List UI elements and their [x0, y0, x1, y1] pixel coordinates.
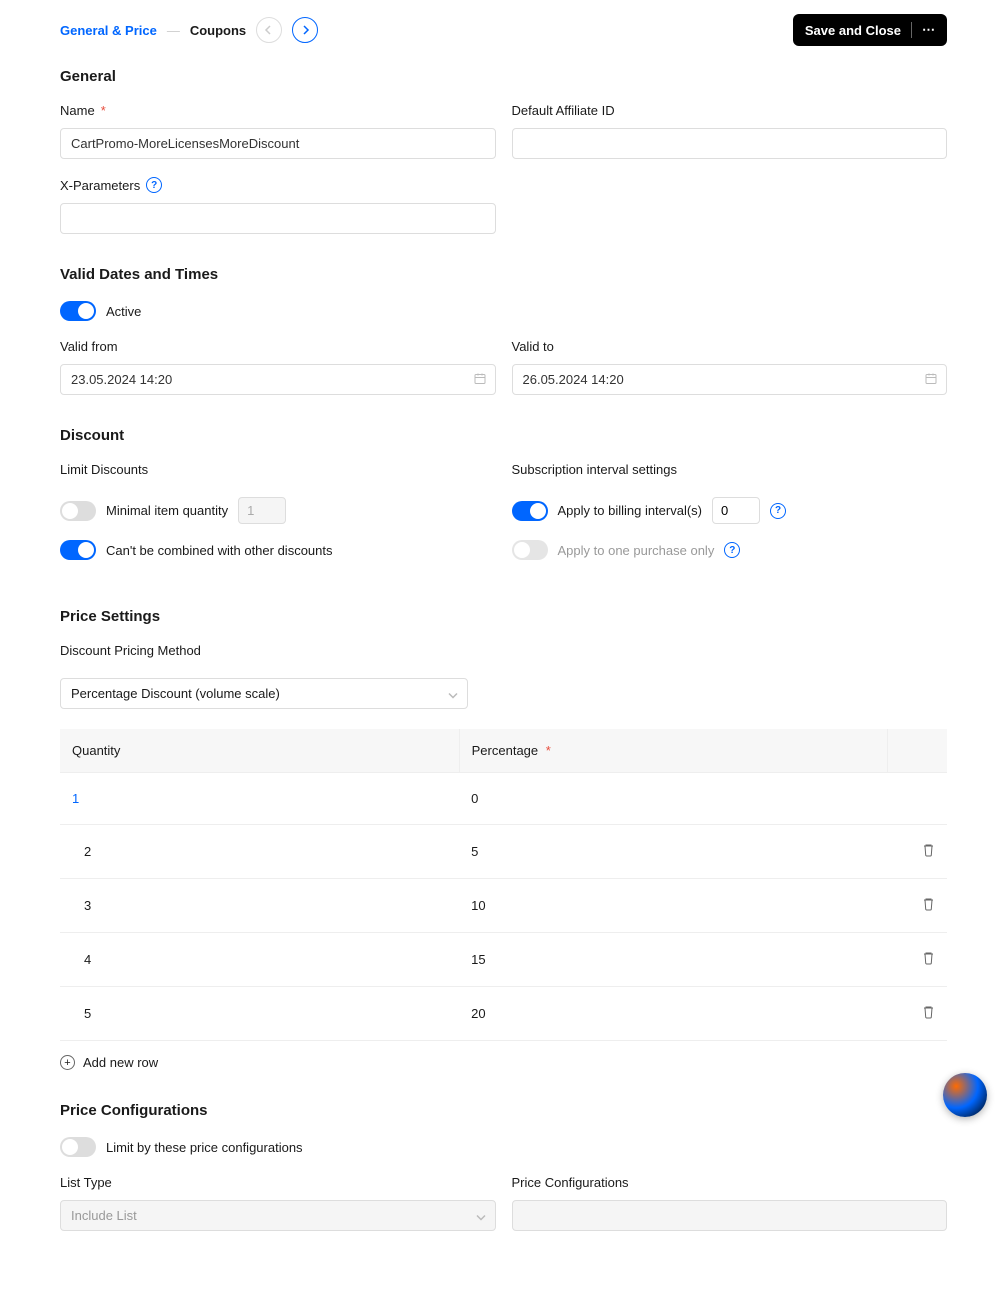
limit-price-conf-toggle[interactable] [60, 1137, 96, 1157]
valid-to-label: Valid to [512, 339, 948, 354]
required-marker: * [546, 743, 551, 758]
add-row-label: Add new row [83, 1055, 158, 1070]
breadcrumb: General & Price — Coupons [60, 17, 318, 43]
volume-scale-table: Quantity Percentage * 1025310415520 [60, 729, 947, 1041]
calendar-icon[interactable] [474, 372, 486, 387]
affiliate-id-input[interactable] [512, 128, 948, 159]
quantity-cell[interactable]: 5 [60, 987, 459, 1041]
xparams-label: X-Parameters ? [60, 177, 496, 193]
more-options-icon[interactable]: ⋯ [922, 22, 935, 38]
percentage-cell[interactable]: 15 [459, 933, 887, 987]
price-conf-select-label: Price Configurations [512, 1175, 948, 1190]
trash-icon[interactable] [922, 1007, 935, 1022]
quantity-header: Quantity [60, 729, 459, 773]
help-icon[interactable]: ? [770, 503, 786, 519]
quantity-cell[interactable]: 4 [60, 933, 459, 987]
table-row[interactable]: 310 [60, 879, 947, 933]
section-price-configs-title: Price Configurations [60, 1102, 947, 1119]
no-combine-label: Can't be combined with other discounts [106, 543, 333, 558]
affiliate-id-label: Default Affiliate ID [512, 103, 948, 118]
section-valid-dates-title: Valid Dates and Times [60, 266, 947, 283]
name-label: Name * [60, 103, 496, 118]
plus-icon: + [60, 1055, 75, 1070]
row-actions-cell [887, 825, 947, 879]
calendar-icon[interactable] [925, 372, 937, 387]
name-input[interactable] [60, 128, 496, 159]
table-row[interactable]: 520 [60, 987, 947, 1041]
trash-icon[interactable] [922, 953, 935, 968]
percentage-cell[interactable]: 10 [459, 879, 887, 933]
row-actions-cell [887, 773, 947, 825]
active-label: Active [106, 304, 141, 319]
breadcrumb-separator: — [167, 23, 180, 38]
prev-step-button[interactable] [256, 17, 282, 43]
quantity-cell[interactable]: 3 [60, 879, 459, 933]
table-row[interactable]: 25 [60, 825, 947, 879]
table-row[interactable]: 415 [60, 933, 947, 987]
percentage-cell[interactable]: 0 [459, 773, 887, 825]
section-price-settings-title: Price Settings [60, 608, 947, 625]
chevron-right-icon [300, 25, 310, 35]
add-row-button[interactable]: + Add new row [60, 1055, 947, 1070]
apply-one-label: Apply to one purchase only [558, 543, 715, 558]
sub-interval-label: Subscription interval settings [512, 462, 948, 477]
help-icon[interactable]: ? [146, 177, 162, 193]
apply-billing-input[interactable] [712, 497, 760, 524]
row-actions-cell [887, 879, 947, 933]
list-type-label: List Type [60, 1175, 496, 1190]
valid-to-input[interactable] [512, 364, 948, 395]
apply-billing-toggle[interactable] [512, 501, 548, 521]
pricing-method-label: Discount Pricing Method [60, 643, 947, 658]
min-item-qty-input [238, 497, 286, 524]
breadcrumb-coupons[interactable]: Coupons [190, 23, 246, 38]
list-type-select: Include List [60, 1200, 496, 1231]
section-discount-title: Discount [60, 427, 947, 444]
quantity-cell[interactable]: 1 [60, 773, 459, 825]
percentage-cell[interactable]: 20 [459, 987, 887, 1041]
section-general-title: General [60, 68, 947, 85]
chevron-left-icon [264, 25, 274, 35]
row-actions-cell [887, 987, 947, 1041]
valid-from-input[interactable] [60, 364, 496, 395]
trash-icon[interactable] [922, 845, 935, 860]
trash-icon[interactable] [922, 899, 935, 914]
price-conf-select [512, 1200, 948, 1231]
apply-billing-label: Apply to billing interval(s) [558, 503, 703, 518]
breadcrumb-general-price[interactable]: General & Price [60, 23, 157, 38]
apply-one-toggle [512, 540, 548, 560]
min-item-qty-label: Minimal item quantity [106, 503, 228, 518]
top-bar: General & Price — Coupons Save and Close… [60, 14, 947, 46]
percentage-header: Percentage * [459, 729, 887, 773]
xparams-input[interactable] [60, 203, 496, 234]
active-toggle[interactable] [60, 301, 96, 321]
save-close-label: Save and Close [805, 23, 901, 38]
button-divider [911, 22, 912, 38]
pricing-method-select[interactable]: Percentage Discount (volume scale) [60, 678, 468, 709]
required-marker: * [101, 103, 106, 118]
row-actions-cell [887, 933, 947, 987]
percentage-cell[interactable]: 5 [459, 825, 887, 879]
valid-from-label: Valid from [60, 339, 496, 354]
next-step-button[interactable] [292, 17, 318, 43]
limit-discounts-label: Limit Discounts [60, 462, 496, 477]
save-close-button[interactable]: Save and Close ⋯ [793, 14, 947, 46]
table-row[interactable]: 10 [60, 773, 947, 825]
min-item-qty-toggle[interactable] [60, 501, 96, 521]
help-fab[interactable] [943, 1073, 987, 1117]
limit-price-conf-label: Limit by these price configurations [106, 1140, 303, 1155]
quantity-cell[interactable]: 2 [60, 825, 459, 879]
help-icon[interactable]: ? [724, 542, 740, 558]
no-combine-toggle[interactable] [60, 540, 96, 560]
